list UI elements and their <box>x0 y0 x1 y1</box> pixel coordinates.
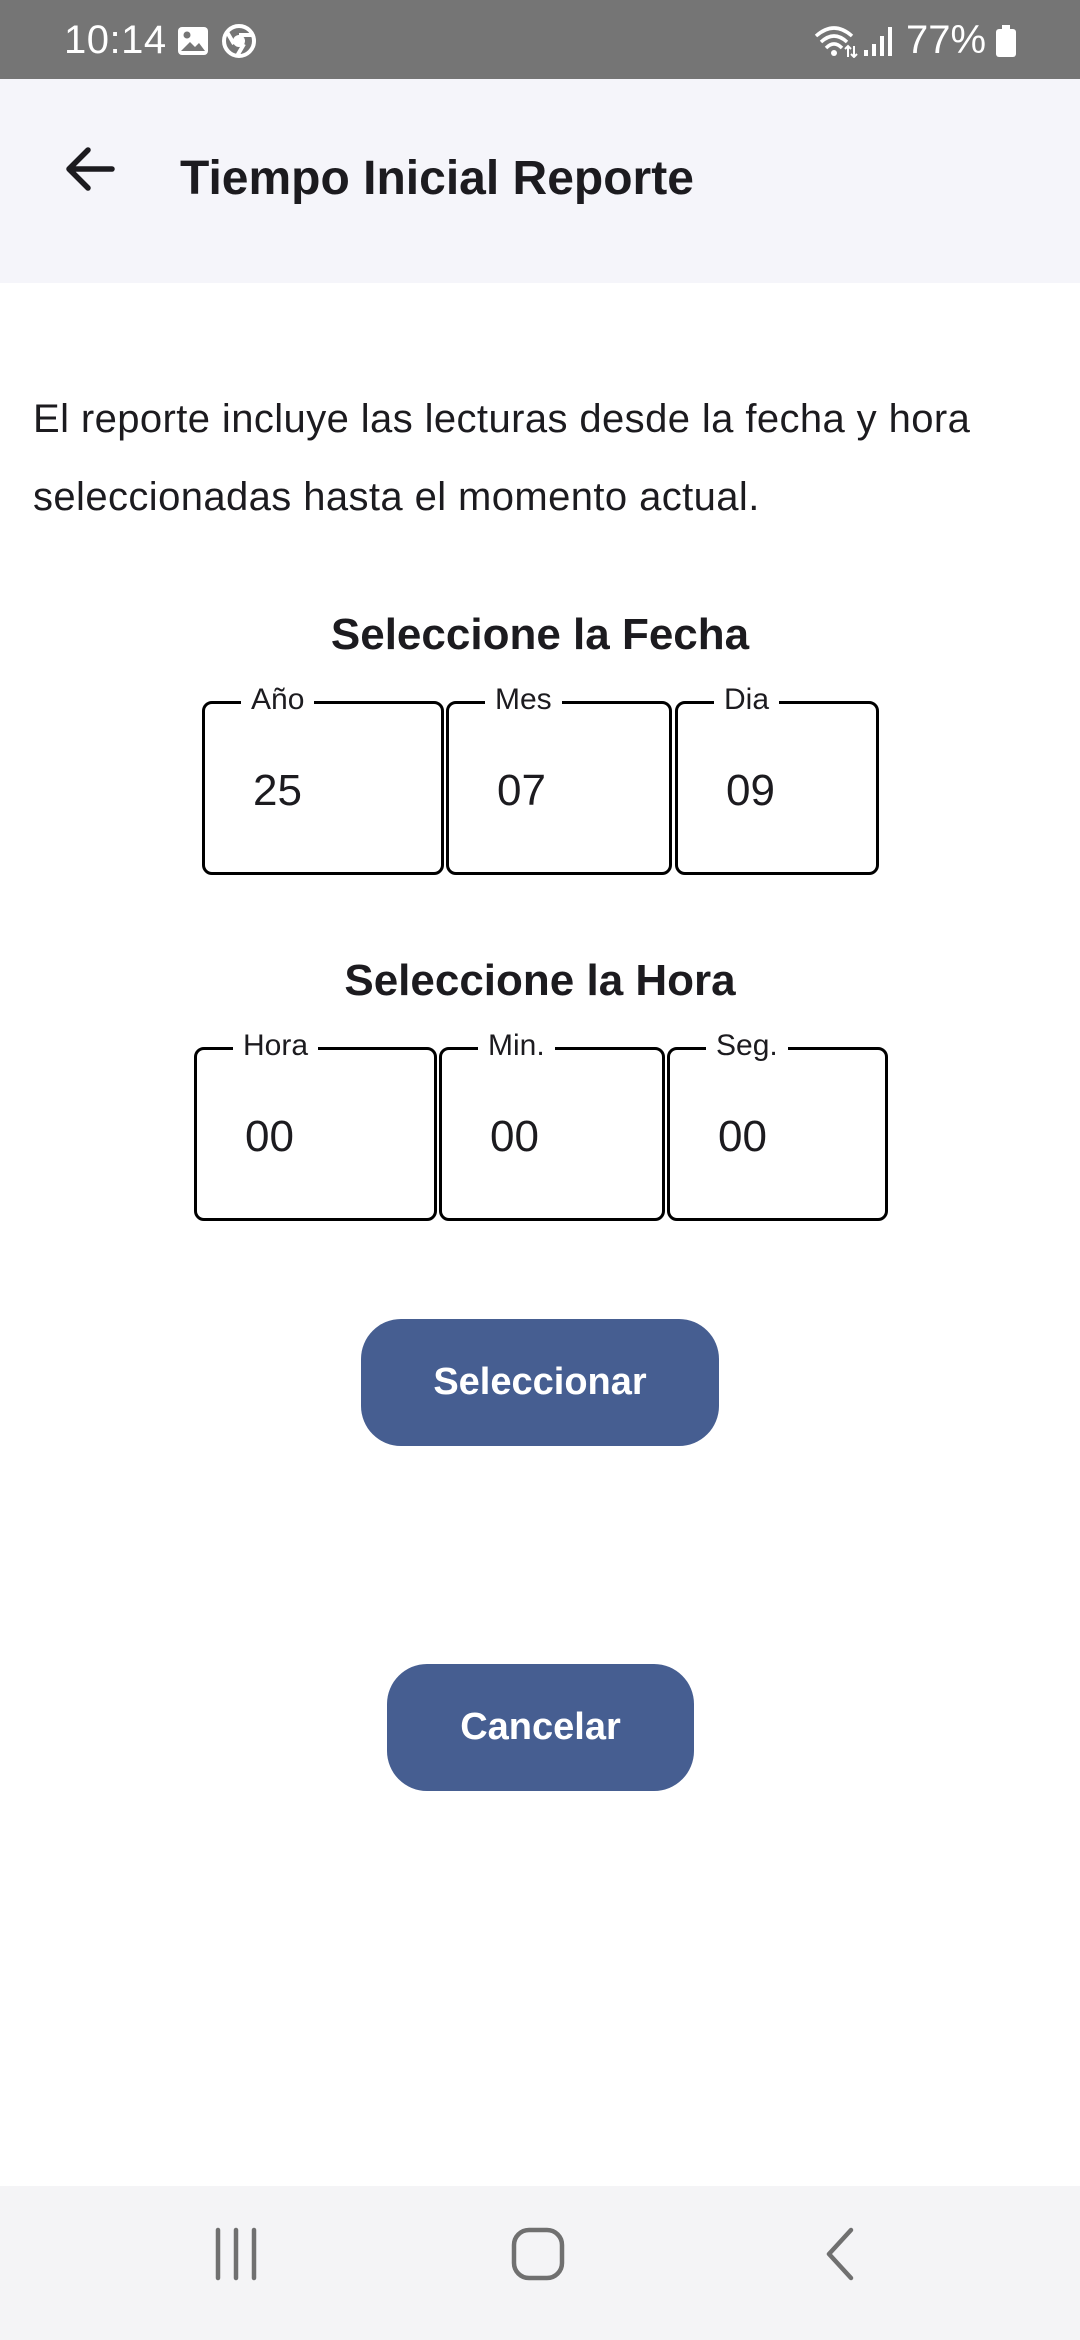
hour-field[interactable]: Hora 00 <box>194 1028 437 1221</box>
wifi-icon <box>812 24 858 59</box>
hour-value: 00 <box>245 1112 294 1161</box>
status-time: 10:14 <box>64 18 167 62</box>
page-title: Tiempo Inicial Reporte <box>180 152 694 205</box>
back-icon <box>813 2226 869 2287</box>
status-bar: 10:14 77% <box>0 0 1080 79</box>
second-value: 00 <box>718 1112 767 1161</box>
minute-value: 00 <box>490 1112 539 1161</box>
battery-icon <box>994 24 1018 58</box>
day-field[interactable]: Dia 09 <box>675 682 879 875</box>
month-label: Mes <box>485 682 562 718</box>
minute-field[interactable]: Min. 00 <box>439 1028 665 1221</box>
description-text: El reporte incluye las lecturas desde la… <box>33 397 971 519</box>
second-field[interactable]: Seg. 00 <box>667 1028 888 1221</box>
battery-percentage: 77% <box>906 18 987 62</box>
system-nav-bar <box>0 2186 1080 2340</box>
recent-apps-icon <box>208 2226 264 2287</box>
minute-label: Min. <box>478 1028 555 1064</box>
chrome-icon <box>222 24 256 58</box>
image-icon <box>176 24 210 58</box>
year-value: 25 <box>253 766 302 815</box>
month-field[interactable]: Mes 07 <box>446 682 672 875</box>
date-section-title: Seleccione la Fecha <box>330 610 750 659</box>
time-section-title: Seleccione la Hora <box>344 956 736 1005</box>
select-button[interactable]: Seleccionar <box>361 1319 719 1446</box>
signal-icon <box>862 24 896 58</box>
arrow-back-icon <box>60 139 120 204</box>
year-label: Año <box>241 682 315 718</box>
recent-apps-button[interactable] <box>176 2206 296 2306</box>
screen: 10:14 77% Tiempo Inicial Reporte El repo… <box>0 0 1080 2340</box>
hour-label: Hora <box>233 1028 319 1064</box>
home-icon <box>510 2226 566 2287</box>
cancel-button[interactable]: Cancelar <box>387 1664 694 1791</box>
nav-back-button[interactable] <box>781 2206 901 2306</box>
app-bar: Tiempo Inicial Reporte <box>0 79 1080 283</box>
year-field[interactable]: Año 25 <box>202 682 444 875</box>
month-value: 07 <box>497 766 546 815</box>
home-button[interactable] <box>478 2206 598 2306</box>
second-label: Seg. <box>706 1028 788 1064</box>
day-value: 09 <box>726 766 775 815</box>
back-button[interactable] <box>50 131 130 211</box>
day-label: Dia <box>714 682 780 718</box>
